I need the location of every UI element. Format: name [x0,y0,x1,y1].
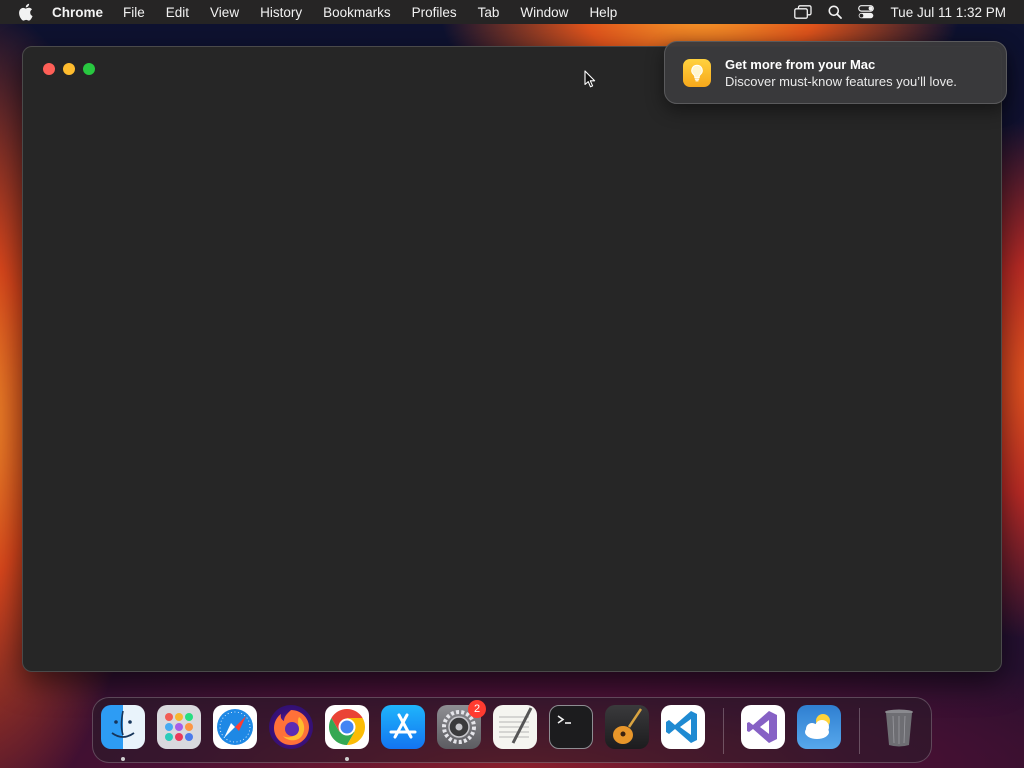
notification-badge: 2 [468,700,486,718]
maximize-window-button[interactable] [83,63,95,75]
menu-edit[interactable]: Edit [166,5,189,20]
minimize-window-button[interactable] [63,63,75,75]
menu-bookmarks[interactable]: Bookmarks [323,5,391,20]
terminal-icon[interactable] [549,705,593,749]
notification-banner[interactable]: Get more from your Mac Discover must-kno… [664,41,1007,104]
system-settings-icon[interactable]: 2 [437,700,486,749]
trash-icon[interactable] [877,705,921,749]
safari-icon[interactable] [213,705,257,749]
running-indicator [121,757,125,761]
menu-history[interactable]: History [260,5,302,20]
lightbulb-icon [683,59,711,87]
visual-studio-icon[interactable] [741,705,785,749]
status-area: Tue Jul 11 1:32 PM [778,0,1006,24]
finder-icon[interactable] [101,705,145,749]
notification-body: Discover must-know features you’ll love. [725,74,957,89]
chrome-icon[interactable] [325,705,369,749]
menu-app-chrome[interactable]: Chrome [52,5,103,20]
menu-tab[interactable]: Tab [478,5,500,20]
menu-bar: Chrome File Edit View History Bookmarks … [0,0,1024,24]
menu-view[interactable]: View [210,5,239,20]
search-icon[interactable] [828,5,843,19]
running-indicator [345,757,349,761]
app-store-icon[interactable] [381,705,425,749]
apple-icon[interactable] [18,3,36,21]
garageband-icon[interactable] [605,705,649,749]
weather-icon[interactable] [797,705,841,749]
firefox-icon[interactable] [269,705,313,749]
mouse-cursor-icon [584,70,596,93]
vscode-icon[interactable] [661,705,705,749]
launchpad-icon[interactable] [157,705,201,749]
notification-title: Get more from your Mac [725,57,876,72]
window-controls [43,63,103,75]
menu-profiles[interactable]: Profiles [412,5,457,20]
menu-help[interactable]: Help [589,5,617,20]
dock-separator [723,708,724,754]
menu-file[interactable]: File [123,5,145,20]
dock: 2 [92,697,932,763]
menu-window[interactable]: Window [520,5,568,20]
chrome-window [22,46,1002,672]
menu-clock[interactable]: Tue Jul 11 1:32 PM [890,5,1006,20]
close-window-button[interactable] [43,63,55,75]
screen-mirroring-icon[interactable] [794,5,813,19]
textedit-icon[interactable] [493,705,537,749]
dock-separator [859,708,860,754]
control-center-icon[interactable] [858,5,875,19]
